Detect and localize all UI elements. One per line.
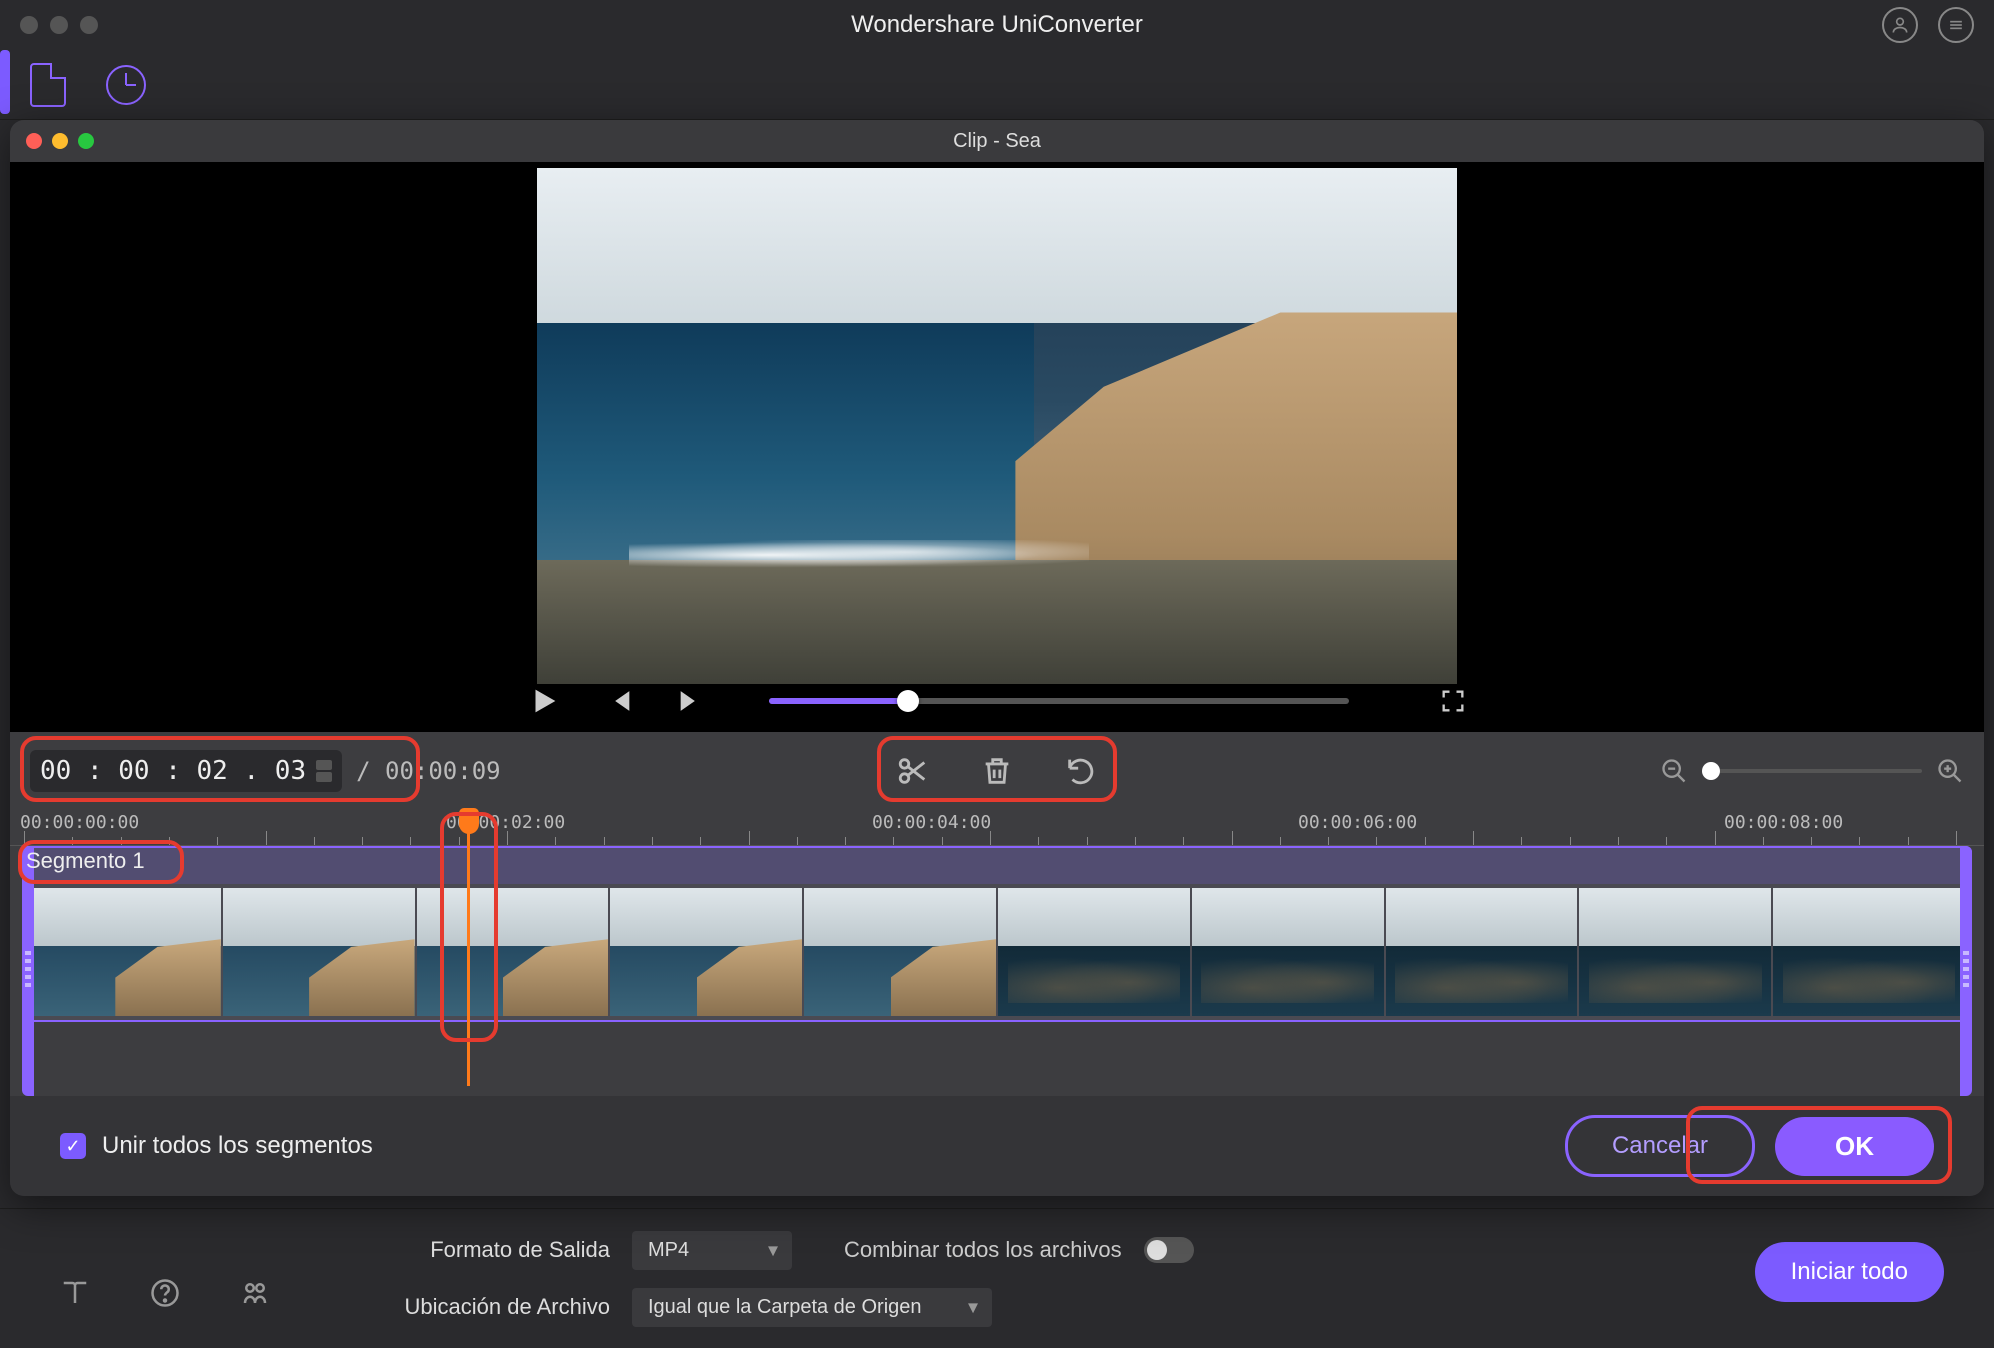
merge-all-label: Combinar todos los archivos xyxy=(844,1237,1122,1263)
clip-thumbnails xyxy=(28,888,1966,1016)
file-location-select[interactable]: Igual que la Carpeta de Origen xyxy=(632,1288,992,1327)
segment-label: Segmento 1 xyxy=(26,848,145,874)
main-toolbar xyxy=(0,50,1994,120)
playhead[interactable] xyxy=(467,810,470,1086)
maximize-icon[interactable] xyxy=(80,16,98,34)
trim-handle-right[interactable] xyxy=(1960,846,1972,1096)
playback-slider[interactable] xyxy=(769,698,1349,704)
main-footer: Formato de Salida MP4 Combinar todos los… xyxy=(0,1208,1994,1348)
ruler-tick-label: 00:00:00:00 xyxy=(20,812,139,833)
transport-controls xyxy=(10,684,1984,718)
trim-handle-left[interactable] xyxy=(22,846,34,1096)
merge-all-toggle[interactable] xyxy=(1144,1237,1194,1263)
app-title: Wondershare UniConverter xyxy=(0,11,1994,39)
next-frame-icon[interactable] xyxy=(675,684,709,718)
minimize-icon[interactable] xyxy=(50,16,68,34)
zoom-slider[interactable] xyxy=(1702,769,1922,773)
start-all-button[interactable]: Iniciar todo xyxy=(1755,1242,1944,1302)
share-icon[interactable] xyxy=(240,1278,270,1308)
fullscreen-icon[interactable] xyxy=(1439,687,1467,715)
zoom-controls xyxy=(1660,757,1964,785)
clip-editor-window: Clip - Sea 00 : 00 : 02 . 03 xyxy=(10,120,1984,1196)
menu-icon[interactable] xyxy=(1938,7,1974,43)
ok-button[interactable]: OK xyxy=(1775,1117,1934,1176)
file-location-label: Ubicación de Archivo xyxy=(380,1294,610,1320)
main-traffic-lights[interactable] xyxy=(20,16,98,34)
editor-maximize-icon[interactable] xyxy=(78,133,94,149)
editor-footer: ✓ Unir todos los segmentos Cancelar OK xyxy=(10,1096,1984,1196)
editor-traffic-lights[interactable] xyxy=(26,133,94,149)
book-icon[interactable] xyxy=(60,1278,90,1308)
close-icon[interactable] xyxy=(20,16,38,34)
output-format-select[interactable]: MP4 xyxy=(632,1231,792,1270)
play-icon[interactable] xyxy=(527,684,561,718)
editor-title: Clip - Sea xyxy=(10,130,1984,153)
ruler-tick-label: 00:00:04:00 xyxy=(872,812,991,833)
preview-area xyxy=(10,162,1984,732)
time-stepper[interactable] xyxy=(316,760,332,782)
add-file-icon[interactable] xyxy=(30,63,66,107)
timeline[interactable]: 00:00:00:00 00:00:02:00 00:00:04:00 00:0… xyxy=(10,810,1984,1096)
recent-icon[interactable] xyxy=(106,65,146,105)
editor-close-icon[interactable] xyxy=(26,133,42,149)
edit-tools xyxy=(896,754,1098,788)
merge-segments-checkbox[interactable]: ✓ xyxy=(60,1133,86,1159)
zoom-in-icon[interactable] xyxy=(1936,757,1964,785)
file-location-value: Igual que la Carpeta de Origen xyxy=(648,1296,922,1318)
help-icon[interactable] xyxy=(150,1278,180,1308)
editor-titlebar: Clip - Sea xyxy=(10,120,1984,162)
timeline-ruler[interactable]: 00:00:00:00 00:00:02:00 00:00:04:00 00:0… xyxy=(10,810,1984,846)
undo-icon[interactable] xyxy=(1064,754,1098,788)
ruler-tick-label: 00:00:06:00 xyxy=(1298,812,1417,833)
zoom-out-icon[interactable] xyxy=(1660,757,1688,785)
current-time-input[interactable]: 00 : 00 : 02 . 03 xyxy=(30,750,342,792)
output-format-value: MP4 xyxy=(648,1239,689,1261)
output-format-label: Formato de Salida xyxy=(380,1237,610,1263)
video-preview[interactable] xyxy=(537,168,1457,684)
current-time-value: 00 : 00 : 02 . 03 xyxy=(40,756,306,786)
cancel-button[interactable]: Cancelar xyxy=(1565,1115,1755,1177)
ruler-tick-label: 00:00:08:00 xyxy=(1724,812,1843,833)
prev-frame-icon[interactable] xyxy=(601,684,635,718)
merge-segments-label: Unir todos los segmentos xyxy=(102,1132,373,1160)
scissors-icon[interactable] xyxy=(896,754,930,788)
sidebar-active-indicator xyxy=(0,50,10,114)
account-icon[interactable] xyxy=(1882,7,1918,43)
editor-minimize-icon[interactable] xyxy=(52,133,68,149)
trash-icon[interactable] xyxy=(980,754,1014,788)
total-duration: / 00:00:09 xyxy=(356,757,501,785)
clip-track[interactable] xyxy=(22,846,1972,1022)
main-titlebar: Wondershare UniConverter xyxy=(0,0,1994,50)
controls-row: 00 : 00 : 02 . 03 / 00:00:09 xyxy=(10,732,1984,810)
